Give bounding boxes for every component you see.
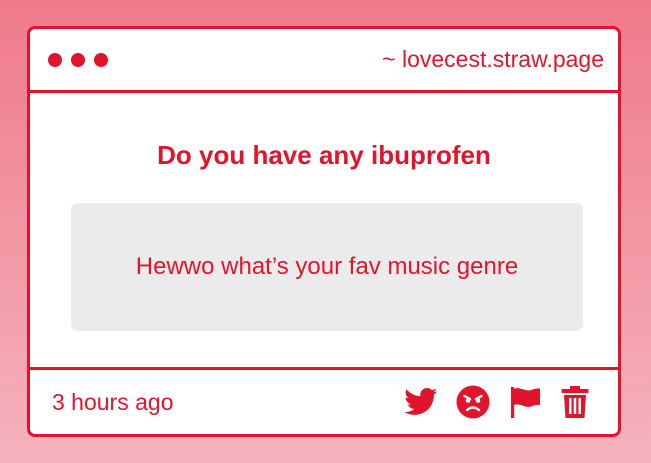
post-card: ~ lovecest.straw.page Do you have any ib… [27, 26, 621, 437]
site-url[interactable]: ~ lovecest.straw.page [382, 46, 604, 73]
window-controls [48, 52, 108, 67]
timestamp: 3 hours ago [52, 388, 174, 415]
question-text: Do you have any ibuprofen [157, 140, 491, 170]
answer-box: Hewwo what’s your fav music genre [71, 203, 583, 331]
window-titlebar: ~ lovecest.straw.page [30, 29, 618, 93]
action-bar [404, 385, 590, 419]
post-content: Do you have any ibuprofen Hewwo what’s y… [30, 93, 618, 370]
answer-text: Hewwo what’s your fav music genre [135, 253, 519, 280]
twitter-icon[interactable] [404, 388, 438, 416]
flag-icon[interactable] [508, 385, 542, 419]
window-dot[interactable] [94, 52, 108, 67]
post-footer: 3 hours ago [30, 370, 618, 434]
trash-icon[interactable] [560, 385, 590, 419]
window-dot[interactable] [71, 52, 85, 67]
window-dot[interactable] [48, 52, 62, 67]
angry-face-icon[interactable] [456, 385, 490, 419]
